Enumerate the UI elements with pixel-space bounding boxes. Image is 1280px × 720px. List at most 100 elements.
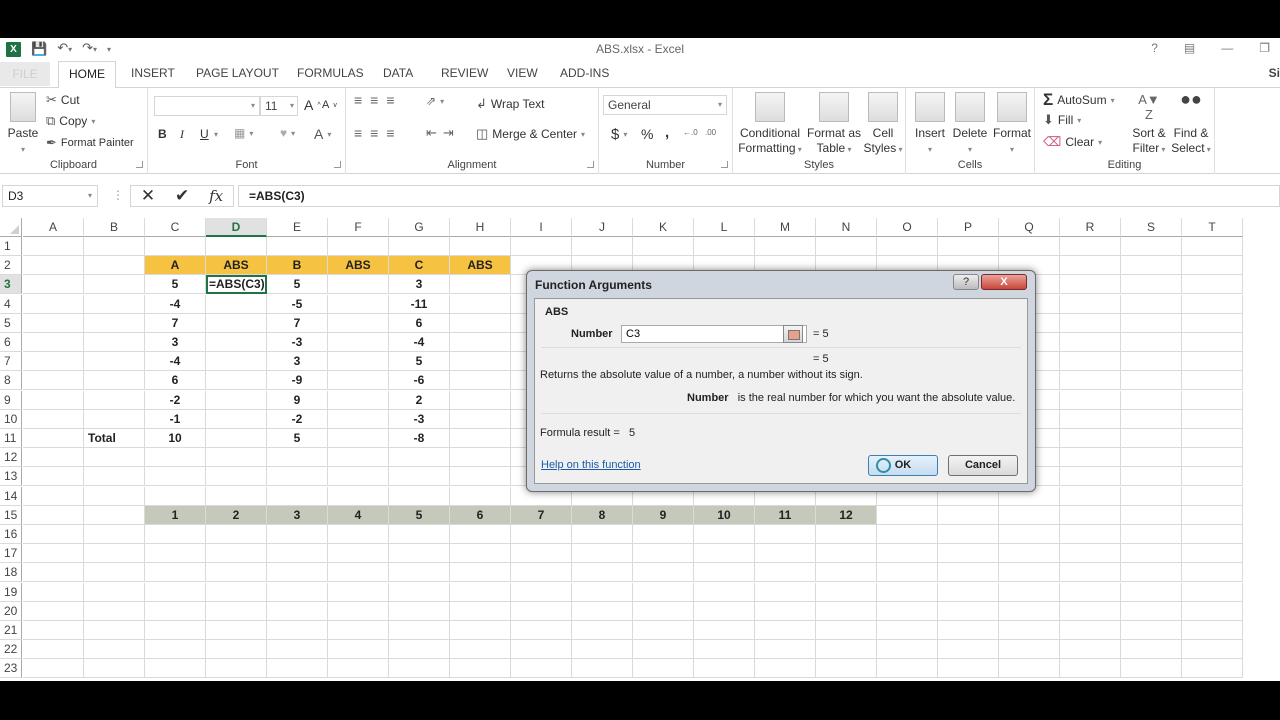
row-header-11[interactable]: 11 [0, 429, 22, 448]
cell-E5[interactable]: 7 [267, 313, 328, 333]
cell-T15[interactable] [1182, 505, 1243, 525]
cell-D10[interactable] [206, 409, 267, 429]
cell-styles-button[interactable]: Cell Styles ▾ [861, 92, 905, 157]
collapse-dialog-button[interactable] [783, 325, 803, 343]
tab-formulas[interactable]: FORMULAS [297, 66, 364, 80]
underline-button[interactable]: U [200, 127, 209, 141]
cell-N20[interactable] [816, 601, 877, 621]
cell-T22[interactable] [1182, 640, 1243, 660]
column-header-i[interactable]: I [511, 218, 572, 237]
cell-D21[interactable] [206, 621, 267, 640]
cell-S22[interactable] [1121, 640, 1182, 660]
cell-B9[interactable] [84, 390, 145, 410]
cell-F16[interactable] [328, 525, 389, 544]
cell-R19[interactable] [1060, 582, 1121, 602]
tab-data[interactable]: DATA [383, 66, 413, 80]
cell-K22[interactable] [633, 640, 694, 660]
cell-C15[interactable]: 1 [145, 505, 206, 525]
row-header-23[interactable]: 23 [0, 659, 22, 679]
cell-B13[interactable] [84, 467, 145, 487]
cell-P17[interactable] [938, 544, 999, 564]
cell-I16[interactable] [511, 525, 572, 544]
cell-R3[interactable] [1060, 275, 1121, 295]
cell-S4[interactable] [1121, 294, 1182, 314]
cell-C7[interactable]: -4 [145, 352, 206, 372]
cell-E13[interactable] [267, 467, 328, 487]
cell-F22[interactable] [328, 640, 389, 660]
cell-E2[interactable]: B [267, 256, 328, 276]
cell-E18[interactable] [267, 563, 328, 583]
cell-S15[interactable] [1121, 505, 1182, 525]
cell-C5[interactable]: 7 [145, 313, 206, 333]
cell-Q15[interactable] [999, 505, 1060, 525]
column-header-n[interactable]: N [816, 218, 877, 237]
cell-G18[interactable] [389, 563, 450, 583]
cell-R23[interactable] [1060, 659, 1121, 679]
cell-I22[interactable] [511, 640, 572, 660]
cell-F1[interactable] [328, 237, 389, 256]
cell-A18[interactable] [23, 563, 84, 583]
cell-D9[interactable] [206, 390, 267, 410]
cell-T19[interactable] [1182, 582, 1243, 602]
cell-B6[interactable] [84, 333, 145, 352]
cell-D2[interactable]: ABS [206, 256, 267, 276]
cell-G2[interactable]: C [389, 256, 450, 276]
cell-R11[interactable] [1060, 429, 1121, 448]
conditional-formatting-button[interactable]: Conditional Formatting ▾ [737, 92, 803, 157]
cell-N17[interactable] [816, 544, 877, 564]
cell-T7[interactable] [1182, 352, 1243, 372]
cell-S2[interactable] [1121, 256, 1182, 276]
cell-H15[interactable]: 6 [450, 505, 511, 525]
cell-A12[interactable] [23, 448, 84, 468]
cell-A11[interactable] [23, 429, 84, 448]
cell-F9[interactable] [328, 390, 389, 410]
cell-H21[interactable] [450, 621, 511, 640]
cell-C21[interactable] [145, 621, 206, 640]
cell-O15[interactable] [877, 505, 938, 525]
cell-I1[interactable] [511, 237, 572, 256]
cell-G1[interactable] [389, 237, 450, 256]
cell-L1[interactable] [694, 237, 755, 256]
cell-T5[interactable] [1182, 313, 1243, 333]
cell-M1[interactable] [755, 237, 816, 256]
cell-G12[interactable] [389, 448, 450, 468]
cell-P20[interactable] [938, 601, 999, 621]
cell-S8[interactable] [1121, 371, 1182, 391]
cell-E23[interactable] [267, 659, 328, 679]
decrease-decimal-button[interactable]: .00 [705, 128, 716, 137]
column-header-j[interactable]: J [572, 218, 633, 237]
underline-dropdown[interactable]: ▾ [214, 130, 218, 139]
column-header-d[interactable]: D [206, 218, 267, 237]
cell-J1[interactable] [572, 237, 633, 256]
cell-H2[interactable]: ABS [450, 256, 511, 276]
cell-S14[interactable] [1121, 486, 1182, 506]
font-color-button[interactable]: A ▾ [314, 126, 331, 142]
cell-R7[interactable] [1060, 352, 1121, 372]
cell-N15[interactable]: 12 [816, 505, 877, 525]
cell-T18[interactable] [1182, 563, 1243, 583]
cell-F2[interactable]: ABS [328, 256, 389, 276]
cell-C18[interactable] [145, 563, 206, 583]
cell-H16[interactable] [450, 525, 511, 544]
align-bottom-icon[interactable]: ≡ [386, 92, 394, 108]
cell-S5[interactable] [1121, 313, 1182, 333]
cell-R17[interactable] [1060, 544, 1121, 564]
cell-Q22[interactable] [999, 640, 1060, 660]
cell-R21[interactable] [1060, 621, 1121, 640]
sign-in-link[interactable]: Si [1269, 66, 1280, 80]
cell-C16[interactable] [145, 525, 206, 544]
tab-view[interactable]: VIEW [507, 66, 538, 80]
cell-G6[interactable]: -4 [389, 333, 450, 352]
cell-H20[interactable] [450, 601, 511, 621]
cell-F14[interactable] [328, 486, 389, 506]
cell-A5[interactable] [23, 313, 84, 333]
cell-B22[interactable] [84, 640, 145, 660]
cell-Q1[interactable] [999, 237, 1060, 256]
cell-S20[interactable] [1121, 601, 1182, 621]
cell-R14[interactable] [1060, 486, 1121, 506]
dialog-close-button[interactable]: X [981, 274, 1027, 290]
cell-R8[interactable] [1060, 371, 1121, 391]
cell-S7[interactable] [1121, 352, 1182, 372]
cell-C6[interactable]: 3 [145, 333, 206, 352]
cell-O23[interactable] [877, 659, 938, 679]
